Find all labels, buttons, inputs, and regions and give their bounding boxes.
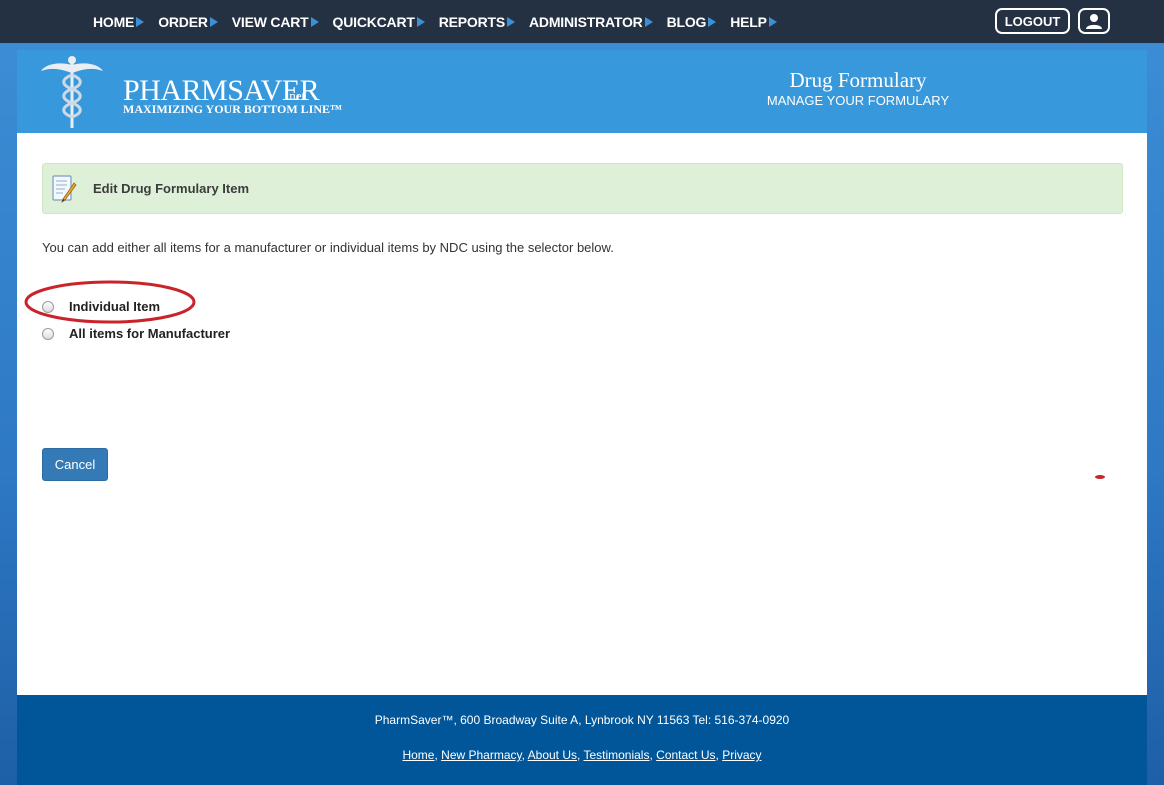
nav-view-cart-label: VIEW CART — [231, 14, 309, 30]
radio-all-items-manufacturer-label: All items for Manufacturer — [69, 326, 231, 341]
nav-quickcart[interactable]: QUICKCART — [333, 14, 425, 30]
nav-blog-label: BLOG — [666, 14, 707, 30]
edit-item-alert: Edit Drug Formulary Item — [42, 163, 1123, 214]
triangle-right-icon — [708, 17, 717, 27]
nav-order-label: ORDER — [158, 14, 208, 30]
user-profile-button[interactable] — [1078, 8, 1110, 34]
nav-blog[interactable]: BLOG — [667, 14, 717, 30]
footer-link-home[interactable]: Home — [402, 748, 434, 762]
nav-quickcart-label: QUICKCART — [332, 14, 415, 30]
triangle-right-icon — [416, 17, 425, 27]
footer-link-testimonials[interactable]: Testimonials — [583, 748, 649, 762]
page-subtitle: MANAGE YOUR FORMULARY — [766, 93, 950, 108]
triangle-right-icon — [768, 17, 777, 27]
logout-button[interactable]: LOGOUT — [995, 8, 1070, 34]
radio-button[interactable] — [42, 327, 54, 340]
page-title: Drug Formulary — [789, 68, 927, 92]
annotation-mark — [1095, 475, 1105, 479]
radio-button[interactable] — [42, 300, 54, 313]
footer-links: Home, New Pharmacy, About Us, Testimonia… — [402, 748, 762, 762]
footer-link-new-pharmacy[interactable]: New Pharmacy — [441, 748, 521, 762]
triangle-right-icon — [507, 17, 516, 27]
nav-view-cart[interactable]: VIEW CART — [232, 14, 319, 30]
top-navbar: HOME ORDER VIEW CART QUICKCART REPORTS A… — [0, 0, 1164, 44]
main-content: Edit Drug Formulary Item You can add eit… — [17, 133, 1147, 695]
nav-administrator[interactable]: ADMINISTRATOR — [529, 14, 653, 30]
radio-individual-item-label: Individual Item — [69, 299, 161, 314]
alert-title: Edit Drug Formulary Item — [93, 181, 250, 196]
nav-help[interactable]: HELP — [730, 14, 777, 30]
main-nav: HOME ORDER VIEW CART QUICKCART REPORTS A… — [93, 0, 791, 44]
caduceus-icon — [41, 56, 103, 128]
cancel-button[interactable]: Cancel — [42, 448, 108, 481]
pharmsaver-logo[interactable]: PHARMSAVER .net MAXIMIZING YOUR BOTTOM L… — [39, 55, 343, 130]
triangle-right-icon — [310, 17, 319, 27]
footer-link-contact-us[interactable]: Contact Us — [656, 748, 715, 762]
nav-administrator-label: ADMINISTRATOR — [529, 14, 643, 30]
radio-all-items-manufacturer[interactable]: All items for Manufacturer — [42, 326, 230, 341]
triangle-right-icon — [644, 17, 653, 27]
triangle-right-icon — [209, 17, 218, 27]
radio-individual-item[interactable]: Individual Item — [42, 299, 160, 314]
edit-document-icon — [52, 175, 77, 203]
nav-help-label: HELP — [730, 14, 767, 30]
triangle-right-icon — [136, 17, 145, 27]
nav-order[interactable]: ORDER — [158, 14, 218, 30]
nav-reports-label: REPORTS — [438, 14, 506, 30]
header-banner: PHARMSAVER .net MAXIMIZING YOUR BOTTOM L… — [17, 50, 1147, 133]
footer-link-privacy[interactable]: Privacy — [722, 748, 761, 762]
footer-link-about-us[interactable]: About Us — [528, 748, 577, 762]
footer: PharmSaver™, 600 Broadway Suite A, Lynbr… — [17, 695, 1147, 785]
brand-tagline: MAXIMIZING YOUR BOTTOM LINE™ — [123, 102, 343, 116]
nav-home-label: HOME — [93, 14, 135, 30]
nav-reports[interactable]: REPORTS — [438, 14, 516, 30]
user-icon — [1086, 14, 1102, 29]
footer-address: PharmSaver™, 600 Broadway Suite A, Lynbr… — [374, 713, 790, 727]
intro-text: You can add either all items for a manuf… — [42, 240, 614, 255]
nav-home[interactable]: HOME — [93, 14, 145, 30]
